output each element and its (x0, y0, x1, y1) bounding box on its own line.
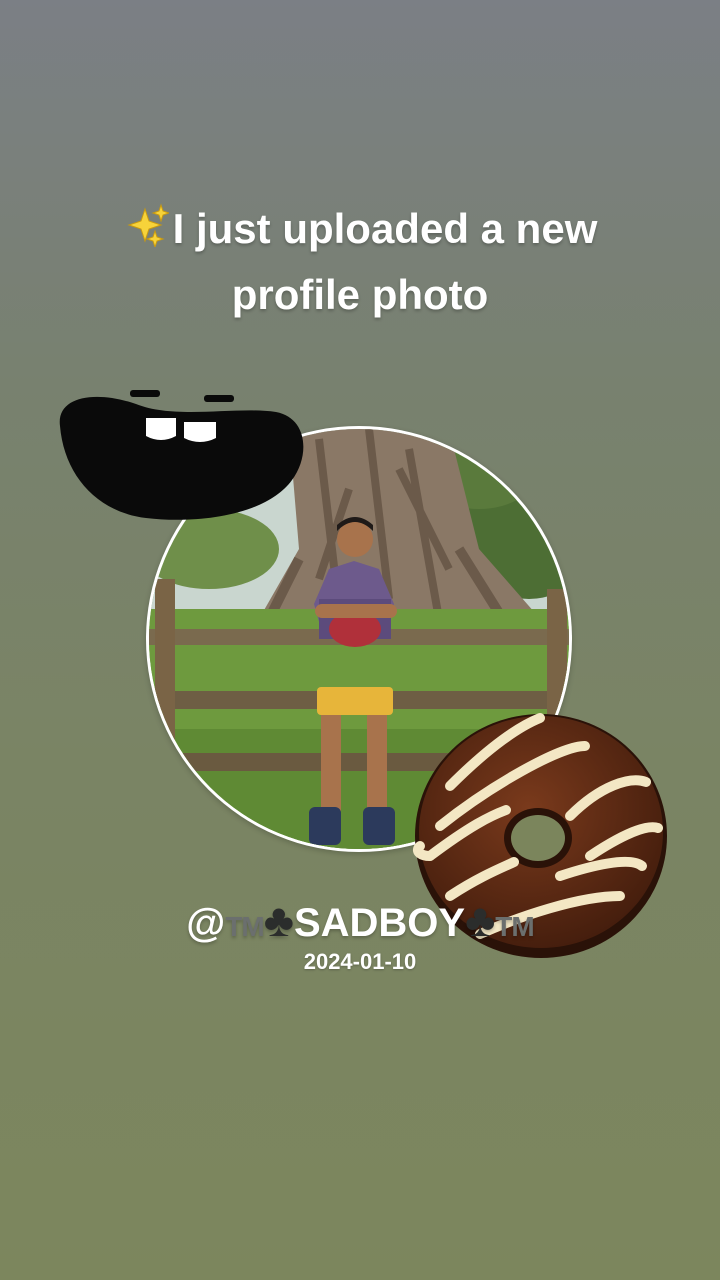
club-suit-icon: ♣ (263, 894, 294, 946)
headline-text: I just uploaded a new profile photo (172, 205, 598, 318)
club-suit-icon: ♣ (465, 894, 496, 946)
username[interactable]: @TM♣SADBOY♣TM (0, 894, 720, 953)
at-sign: @ (186, 901, 226, 945)
cartoon-mouth-sticker (56, 386, 308, 526)
headline: I just uploaded a new profile photo (60, 196, 660, 328)
post-date: 2024-01-10 (303, 949, 417, 974)
trademark-mark: TM (225, 911, 264, 942)
sparkles-icon (123, 200, 171, 249)
username-text: SADBOY (293, 901, 466, 945)
trademark-mark: TM (495, 911, 534, 942)
